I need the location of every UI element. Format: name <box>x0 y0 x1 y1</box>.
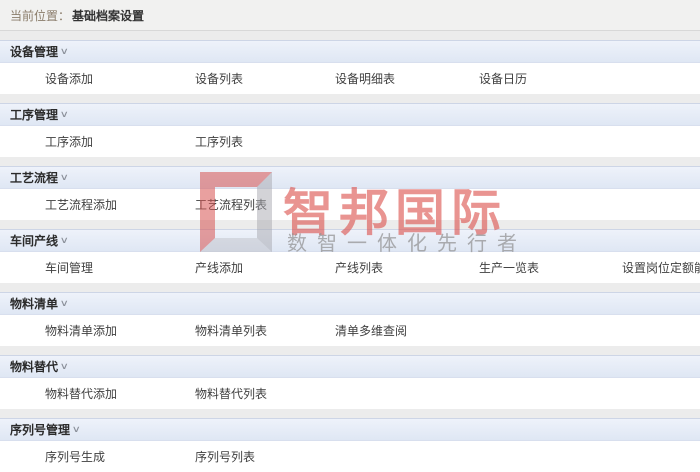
menu-item[interactable]: 设备添加 <box>45 70 195 87</box>
chevron-down-icon: ∨ <box>60 172 69 183</box>
section-title: 设备管理 <box>10 43 58 60</box>
module-section: 物料清单 ∨ 物料清单添加物料清单列表清单多维查阅 <box>0 292 700 346</box>
section-title: 车间产线 <box>10 232 58 249</box>
module-section: 工序管理 ∨ 工序添加工序列表 <box>0 103 700 157</box>
menu-item[interactable]: 工艺流程添加 <box>45 196 195 213</box>
breadcrumb-current-page: 基础档案设置 <box>72 7 144 24</box>
menu-item[interactable]: 工序添加 <box>45 133 195 150</box>
chevron-down-icon: ∨ <box>60 361 69 372</box>
section-header[interactable]: 设备管理 ∨ <box>0 40 700 63</box>
module-section: 工艺流程 ∨ 工艺流程添加工艺流程列表 <box>0 166 700 220</box>
breadcrumb: 当前位置： 基础档案设置 <box>0 0 700 31</box>
module-section: 序列号管理 ∨ 序列号生成序列号列表 <box>0 418 700 472</box>
menu-item[interactable]: 产线列表 <box>335 259 479 276</box>
menu-item[interactable]: 序列号生成 <box>45 448 195 465</box>
chevron-down-icon: ∨ <box>60 46 69 57</box>
section-title: 工艺流程 <box>10 169 58 186</box>
module-section-list: 设备管理 ∨ 设备添加设备列表设备明细表设备日历 工序管理 ∨ 工序添加工序列表… <box>0 40 700 472</box>
section-header[interactable]: 物料清单 ∨ <box>0 292 700 315</box>
menu-item[interactable]: 物料清单列表 <box>195 322 335 339</box>
menu-item[interactable]: 物料替代添加 <box>45 385 195 402</box>
menu-item[interactable]: 设备明细表 <box>335 70 479 87</box>
module-section: 车间产线 ∨ 车间管理产线添加产线列表生产一览表设置岗位定额能力 <box>0 229 700 283</box>
menu-item[interactable]: 设备列表 <box>195 70 335 87</box>
menu-item[interactable]: 车间管理 <box>45 259 195 276</box>
section-header[interactable]: 序列号管理 ∨ <box>0 418 700 441</box>
menu-item[interactable]: 清单多维查阅 <box>335 322 479 339</box>
menu-item[interactable]: 生产一览表 <box>479 259 622 276</box>
section-header[interactable]: 物料替代 ∨ <box>0 355 700 378</box>
menu-item[interactable]: 设备日历 <box>479 70 622 87</box>
section-title: 物料替代 <box>10 358 58 375</box>
section-items-row: 工艺流程添加工艺流程列表 <box>0 189 700 220</box>
section-items-row: 工序添加工序列表 <box>0 126 700 157</box>
module-section: 设备管理 ∨ 设备添加设备列表设备明细表设备日历 <box>0 40 700 94</box>
menu-item[interactable]: 物料替代列表 <box>195 385 335 402</box>
chevron-down-icon: ∨ <box>72 424 81 435</box>
chevron-down-icon: ∨ <box>60 298 69 309</box>
chevron-down-icon: ∨ <box>60 235 69 246</box>
section-header[interactable]: 工艺流程 ∨ <box>0 166 700 189</box>
section-items-row: 车间管理产线添加产线列表生产一览表设置岗位定额能力 <box>0 252 700 283</box>
section-items-row: 物料替代添加物料替代列表 <box>0 378 700 409</box>
menu-item[interactable]: 工艺流程列表 <box>195 196 335 213</box>
menu-item[interactable]: 物料清单添加 <box>45 322 195 339</box>
menu-item[interactable]: 工序列表 <box>195 133 335 150</box>
section-items-row: 设备添加设备列表设备明细表设备日历 <box>0 63 700 94</box>
menu-item[interactable]: 序列号列表 <box>195 448 335 465</box>
section-title: 物料清单 <box>10 295 58 312</box>
section-items-row: 序列号生成序列号列表 <box>0 441 700 472</box>
menu-item[interactable]: 产线添加 <box>195 259 335 276</box>
breadcrumb-prefix-label: 当前位置： <box>10 7 70 24</box>
chevron-down-icon: ∨ <box>60 109 69 120</box>
section-title: 工序管理 <box>10 106 58 123</box>
section-header[interactable]: 工序管理 ∨ <box>0 103 700 126</box>
section-header[interactable]: 车间产线 ∨ <box>0 229 700 252</box>
module-section: 物料替代 ∨ 物料替代添加物料替代列表 <box>0 355 700 409</box>
section-title: 序列号管理 <box>10 421 70 438</box>
section-items-row: 物料清单添加物料清单列表清单多维查阅 <box>0 315 700 346</box>
menu-item[interactable]: 设置岗位定额能力 <box>622 259 700 276</box>
